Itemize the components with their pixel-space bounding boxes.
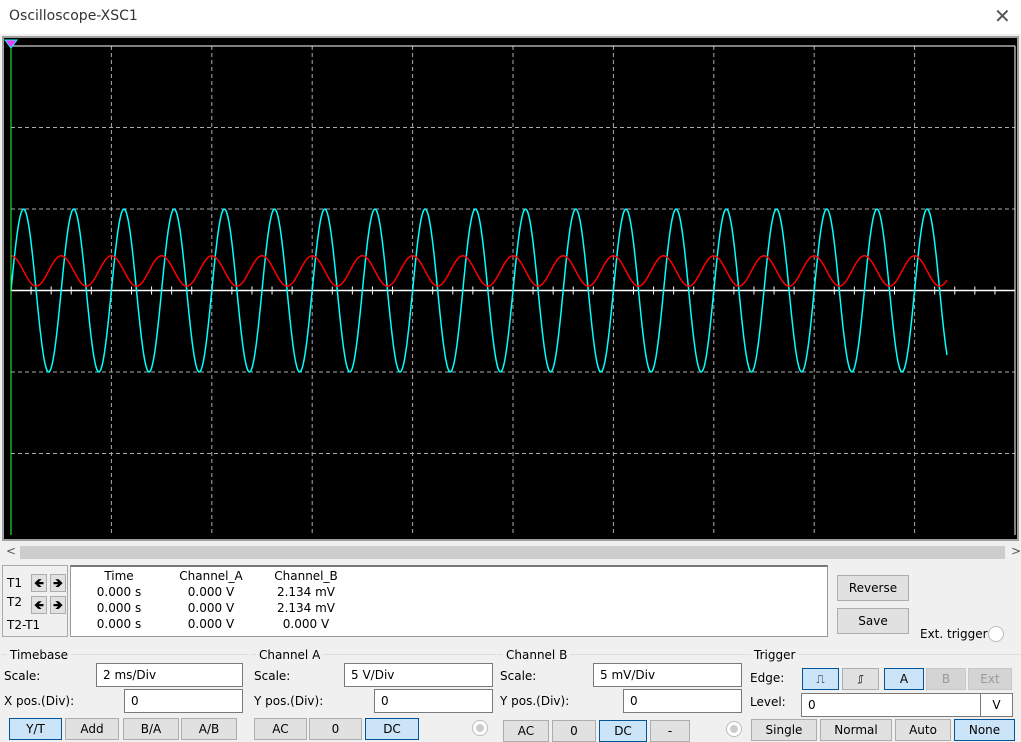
channel-b-dc-button[interactable]: DC: [599, 720, 647, 742]
channel-b-scale-field[interactable]: 5 mV/Div: [593, 663, 742, 687]
t1-right-arrow-icon[interactable]: 🡺: [50, 574, 66, 592]
horizontal-scrollbar[interactable]: < >: [0, 544, 1021, 560]
t1-label: T1: [7, 576, 22, 590]
channel-a-terminal[interactable]: [472, 720, 488, 736]
scroll-left-icon[interactable]: <: [6, 544, 16, 558]
level-label: Level:: [750, 695, 786, 709]
channel-a-scale-field[interactable]: 5 V/Div: [344, 663, 493, 687]
timebase-title: Timebase: [7, 648, 71, 662]
t1-channel-b: 2.134 mV: [276, 585, 336, 599]
edge-label: Edge:: [750, 671, 785, 685]
trigger-single-button[interactable]: Single: [751, 719, 817, 741]
t2-label: T2: [7, 595, 22, 609]
trigger-source-ext-button[interactable]: Ext: [968, 668, 1012, 690]
ext-trigger-label: Ext. trigger: [920, 627, 988, 641]
t2-time: 0.000 s: [96, 601, 142, 615]
trigger-source-a-button[interactable]: A: [884, 668, 924, 690]
close-icon[interactable]: ✕: [994, 4, 1011, 28]
diff-channel-b: 0.000 V: [282, 617, 330, 631]
trigger-none-button[interactable]: None: [954, 719, 1015, 741]
channel-a-ac-button[interactable]: AC: [254, 718, 307, 740]
title-bar: Oscilloscope-XSC1 ✕: [0, 0, 1021, 34]
x-pos-label: X pos.(Div):: [4, 694, 75, 708]
trigger-level-field[interactable]: 0: [801, 693, 981, 717]
x-pos-field[interactable]: 0: [124, 689, 243, 713]
channel-b-ypos-field[interactable]: 0: [623, 689, 742, 713]
waveform-plot: [4, 39, 1016, 535]
window-title: Oscilloscope-XSC1: [9, 8, 138, 24]
mode-ab-button[interactable]: A/B: [181, 718, 237, 740]
cursor-readout: Time Channel_A Channel_B 0.000 s 0.000 V…: [70, 565, 828, 637]
timebase-scale-field[interactable]: 2 ms/Div: [96, 663, 243, 687]
trigger-level-unit[interactable]: V: [980, 693, 1013, 717]
channel-a-ypos-field[interactable]: 0: [374, 689, 493, 713]
rising-edge-icon[interactable]: ⎍: [802, 668, 839, 690]
channel-b-ac-button[interactable]: AC: [503, 720, 549, 742]
channel-b-invert-button[interactable]: -: [650, 720, 690, 742]
t2-left-arrow-icon[interactable]: 🡸: [31, 596, 47, 614]
save-button[interactable]: Save: [837, 608, 909, 634]
trigger-source-b-button[interactable]: B: [926, 668, 966, 690]
t2-channel-b: 2.134 mV: [276, 601, 336, 615]
timebase-scale-label: Scale:: [4, 669, 41, 683]
oscilloscope-screen: [2, 36, 1019, 541]
reverse-button[interactable]: Reverse: [837, 575, 909, 601]
t2-right-arrow-icon[interactable]: 🡺: [50, 596, 66, 614]
ext-trigger-terminal[interactable]: [988, 626, 1004, 642]
scroll-track[interactable]: [20, 546, 1005, 559]
channel-b-zero-button[interactable]: 0: [552, 720, 596, 742]
cursor-controls: T1 🡸 🡺 T2 🡸 🡺 T2-T1: [2, 565, 68, 637]
diff-channel-a: 0.000 V: [187, 617, 235, 631]
channel-a-dc-button[interactable]: DC: [365, 718, 419, 740]
t1-time: 0.000 s: [96, 585, 142, 599]
channel-b-trace: [10, 255, 948, 287]
mode-add-button[interactable]: Add: [65, 718, 119, 740]
channel-a-zero-button[interactable]: 0: [309, 718, 362, 740]
trigger-normal-button[interactable]: Normal: [820, 719, 892, 741]
channel-b-scale-label: Scale:: [500, 669, 537, 683]
channel-a-ypos-label: Y pos.(Div):: [254, 694, 324, 708]
channel-a-title: Channel A: [256, 648, 324, 662]
channel-a-scale-label: Scale:: [254, 669, 291, 683]
t1-channel-a: 0.000 V: [187, 585, 235, 599]
scroll-right-icon[interactable]: >: [1011, 544, 1021, 558]
header-channel-b: Channel_B: [274, 569, 338, 583]
falling-edge-icon[interactable]: ⎎: [842, 668, 879, 690]
channel-b-title: Channel B: [503, 648, 571, 662]
mode-yt-button[interactable]: Y/T: [9, 718, 62, 740]
channel-b-ypos-label: Y pos.(Div):: [500, 694, 570, 708]
header-time: Time: [104, 569, 134, 583]
t1-left-arrow-icon[interactable]: 🡸: [31, 574, 47, 592]
diff-time: 0.000 s: [96, 617, 142, 631]
trigger-title: Trigger: [751, 648, 799, 662]
channel-b-terminal[interactable]: [726, 721, 742, 737]
t2-t1-label: T2-T1: [7, 618, 41, 632]
t2-channel-a: 0.000 V: [187, 601, 235, 615]
mode-ba-button[interactable]: B/A: [123, 718, 179, 740]
cursor-marker-icon: [4, 39, 18, 49]
trigger-auto-button[interactable]: Auto: [895, 719, 951, 741]
header-channel-a: Channel_A: [179, 569, 243, 583]
